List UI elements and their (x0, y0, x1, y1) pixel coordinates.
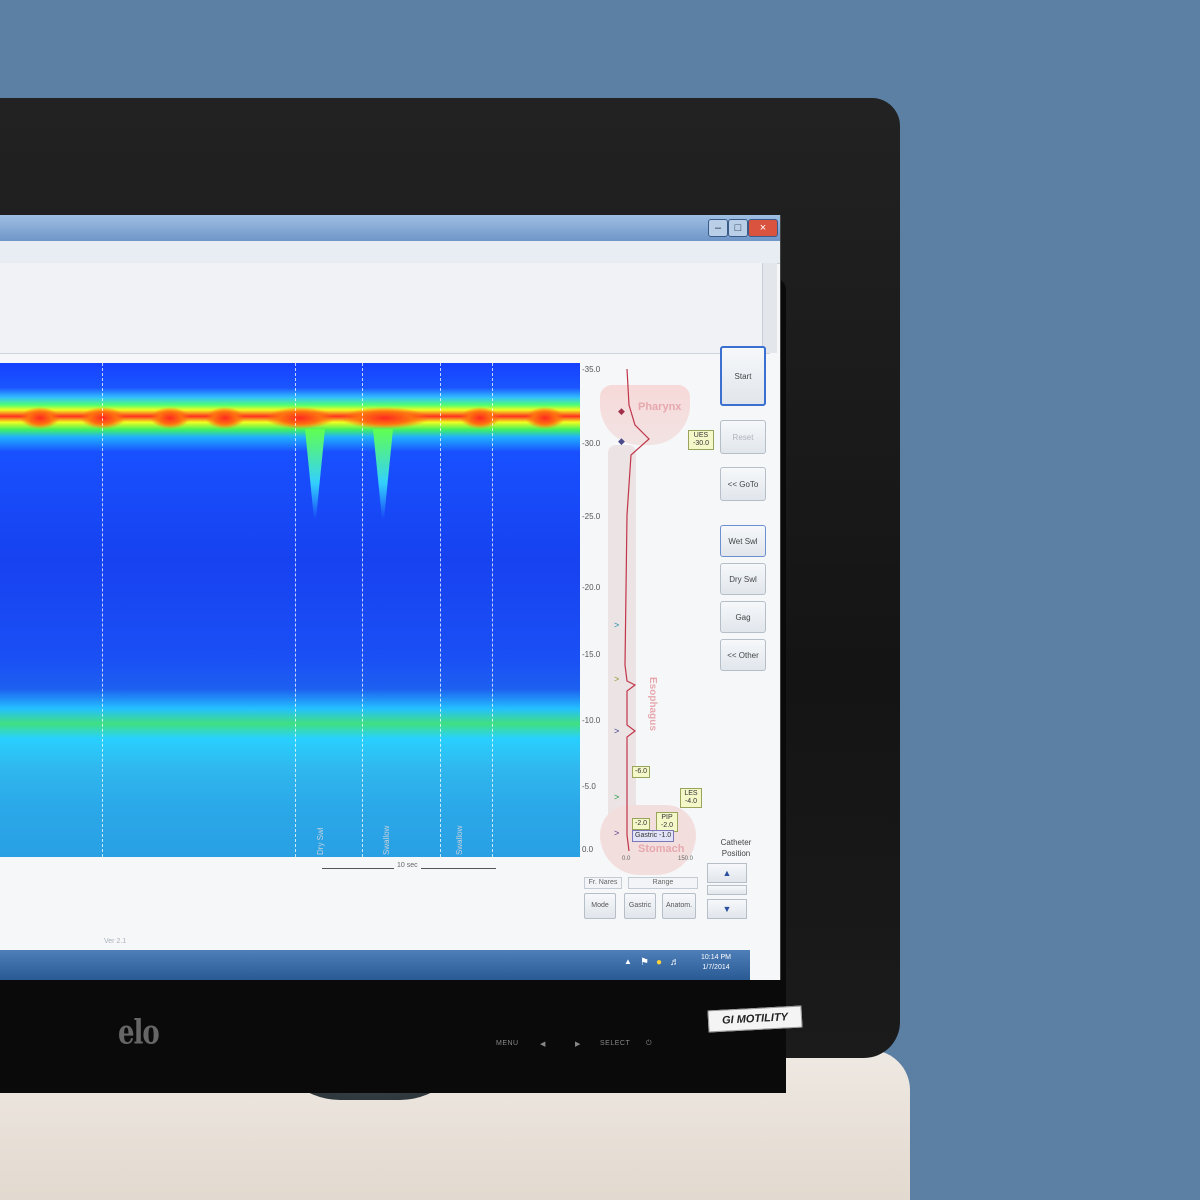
anatomy-button[interactable]: Anatom. (662, 893, 696, 919)
arrow-down-icon: ▼ (722, 904, 732, 914)
reset-button[interactable]: Reset (720, 420, 766, 454)
wet-swallow-button[interactable]: Wet Swl (720, 525, 766, 557)
heatmap-hotspot (80, 407, 126, 429)
heatmap-hotspot (340, 407, 430, 429)
version-label: Ver 2.1 (104, 938, 127, 945)
hardware-menu-button[interactable]: MENU (496, 1040, 519, 1047)
event-marker-line (362, 363, 363, 857)
event-label: Swallow (382, 825, 391, 855)
screen: – □ × Dry Swl Swallow Swallow 10 sec -35… (0, 215, 781, 980)
range-tab[interactable]: Range (628, 877, 698, 889)
gag-button[interactable]: Gag (720, 601, 766, 633)
depth-tag: -6.0 (632, 766, 651, 778)
event-marker-line (102, 363, 103, 857)
pressure-max-label: 150.0 (678, 856, 694, 862)
event-label: Dry Swl (316, 827, 325, 855)
axis-tick: -20.0 (582, 583, 601, 592)
minimize-icon[interactable]: – (708, 219, 728, 237)
event-marker-line (492, 363, 493, 857)
hardware-left-button[interactable]: ◀ (540, 1040, 546, 1048)
pressure-heatmap (0, 363, 580, 857)
chevron-right-icon: > (614, 620, 620, 630)
heatmap-hotspot (525, 407, 565, 429)
heatmap-hotspot (150, 407, 190, 429)
mode-button[interactable]: Mode (584, 893, 616, 919)
chevron-right-icon: > (614, 792, 620, 802)
axis-tick: -35.0 (582, 365, 601, 374)
other-button[interactable]: << Other (720, 639, 766, 671)
marker-diamond-icon: ◆ (618, 406, 625, 416)
taskbar (0, 950, 750, 980)
gastric-button[interactable]: Gastric (624, 893, 656, 919)
catheter-down-button[interactable]: ▼ (707, 899, 747, 919)
catheter-position-value (707, 885, 747, 895)
chevron-right-icon: > (614, 726, 620, 736)
les-tag: LES -4.0 (680, 788, 702, 808)
maximize-icon[interactable]: □ (728, 219, 748, 237)
axis-tick: -25.0 (582, 512, 601, 521)
scrollbar[interactable] (762, 263, 777, 353)
pip-tag: PIP -2.0 (656, 812, 678, 832)
chevron-right-icon: > (614, 828, 620, 838)
start-button[interactable]: Start (720, 346, 766, 406)
swallow-plume (305, 429, 325, 519)
axis-tick: -15.0 (582, 650, 601, 659)
close-icon[interactable]: × (748, 219, 778, 237)
goto-button[interactable]: << GoTo (720, 467, 766, 501)
menu-bar (0, 241, 780, 264)
event-marker-line (295, 363, 296, 857)
window-titlebar: – □ × (0, 215, 780, 241)
gastric-tag: Gastric -1.0 (632, 830, 675, 842)
heatmap-hotspot (460, 407, 500, 429)
axis-tick: -5.0 (582, 782, 596, 791)
flag-icon[interactable]: ⚑ (640, 957, 649, 968)
axis-tick: -10.0 (582, 716, 601, 725)
time-scale-label: 10 sec (394, 862, 421, 869)
time-scale-bar: 10 sec (322, 862, 496, 873)
pressure-trace (624, 368, 650, 852)
dry-swallow-button[interactable]: Dry Swl (720, 563, 766, 595)
heatmap-hotspot (20, 407, 60, 429)
catheter-up-button[interactable]: ▲ (707, 863, 747, 883)
pressure-min-label: 0.0 (622, 856, 631, 862)
chevron-right-icon: > (614, 674, 620, 684)
hardware-select-button[interactable]: SELECT (600, 1040, 630, 1047)
hardware-right-button[interactable]: ▶ (575, 1040, 581, 1048)
ues-tag: UES -30.0 (688, 430, 714, 450)
clock-time: 10:14 PM (701, 954, 731, 961)
system-clock[interactable]: 10:14 PM 1/7/2014 (688, 953, 744, 973)
axis-tick: 0.0 (582, 845, 594, 854)
event-marker-line (440, 363, 441, 857)
clock-date: 1/7/2014 (702, 964, 730, 971)
pressure-profile (624, 368, 650, 852)
speaker-icon[interactable]: ♬ (670, 957, 680, 968)
fr-nares-tab[interactable]: Fr. Nares (584, 877, 622, 889)
tray-expand-icon[interactable]: ▲ (624, 957, 632, 966)
toolbar-area (0, 263, 770, 354)
power-icon[interactable]: ⏻ (646, 1040, 652, 1048)
catheter-position-label: Catheter Position (720, 838, 752, 858)
heatmap-hotspot (205, 407, 245, 429)
heatmap-hotspot (265, 407, 335, 429)
axis-tick: -30.0 (582, 439, 601, 448)
marker-diamond-icon: ◆ (618, 436, 625, 446)
event-label: Swallow (455, 825, 464, 855)
depth-tag: -2.0 (632, 818, 651, 830)
swallow-plume (373, 429, 393, 519)
network-icon[interactable]: ● (656, 957, 662, 968)
arrow-up-icon: ▲ (722, 868, 732, 878)
elo-logo: elo (118, 1013, 160, 1053)
